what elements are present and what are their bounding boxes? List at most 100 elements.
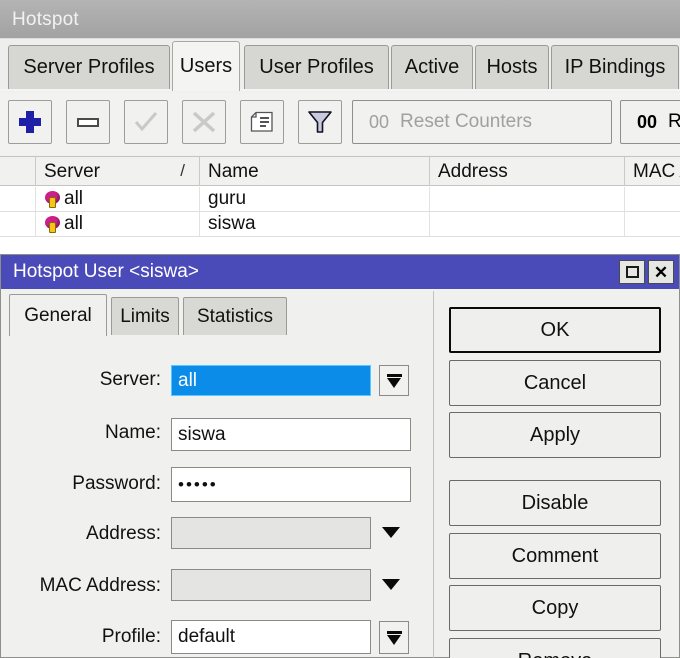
row-select-cell[interactable] bbox=[0, 212, 36, 236]
apply-button[interactable]: Apply bbox=[449, 412, 661, 458]
tab-label: IP Bindings bbox=[564, 56, 666, 78]
remove-button[interactable]: Remove bbox=[449, 638, 661, 658]
reset-counters-count: 00 bbox=[369, 111, 390, 132]
comment-button[interactable]: Comment bbox=[449, 533, 661, 579]
column-header-mac-address[interactable]: MAC A bbox=[625, 157, 680, 186]
tab-label: Limits bbox=[120, 305, 170, 327]
check-icon bbox=[134, 112, 158, 132]
profile-label: Profile: bbox=[101, 626, 161, 647]
column-header-select[interactable] bbox=[0, 157, 36, 186]
button-label: Apply bbox=[529, 423, 581, 446]
dialog-tab-general[interactable]: General bbox=[9, 294, 107, 336]
window-title: Hotspot bbox=[12, 9, 79, 30]
reset-counters-button[interactable]: 00 Reset Counters bbox=[352, 100, 612, 144]
tab-label: Active bbox=[404, 56, 460, 78]
mac-address-caret-icon[interactable] bbox=[382, 579, 400, 590]
disable-button[interactable] bbox=[182, 100, 226, 144]
funnel-icon bbox=[308, 111, 332, 133]
ok-button[interactable]: OK bbox=[449, 307, 661, 353]
column-label: MAC A bbox=[633, 160, 680, 182]
disable-button[interactable]: Disable bbox=[449, 480, 661, 526]
users-table: Server / Name Address MAC A all gur bbox=[0, 156, 680, 254]
button-label: Remove bbox=[518, 650, 592, 658]
row-select-cell[interactable] bbox=[0, 187, 36, 211]
cell-text: all bbox=[64, 213, 84, 234]
copy-button[interactable]: Copy bbox=[449, 585, 661, 631]
cell-server: all bbox=[36, 212, 200, 236]
address-caret-icon[interactable] bbox=[382, 527, 400, 538]
name-label: Name: bbox=[105, 422, 161, 443]
tab-hosts[interactable]: Hosts bbox=[475, 45, 549, 89]
reset-all-counters-count: 00 bbox=[637, 111, 658, 132]
plus-icon bbox=[19, 111, 41, 133]
cell-address bbox=[430, 187, 625, 211]
cell-text: all bbox=[64, 188, 84, 209]
hotspot-user-icon bbox=[44, 190, 61, 208]
comment-button[interactable] bbox=[240, 100, 284, 144]
profile-input[interactable]: default bbox=[171, 620, 371, 654]
table-row[interactable]: all siswa bbox=[0, 212, 680, 237]
app-root: Hotspot Server Profiles Users User Profi… bbox=[0, 0, 680, 658]
tab-active[interactable]: Active bbox=[391, 45, 473, 89]
server-value: all bbox=[178, 369, 198, 391]
password-value: ••••• bbox=[178, 474, 218, 494]
tab-label: Server Profiles bbox=[23, 56, 155, 78]
tab-server-profiles[interactable]: Server Profiles bbox=[8, 45, 170, 89]
column-label: Server bbox=[44, 160, 100, 182]
add-button[interactable] bbox=[8, 100, 52, 144]
table-header-row: Server / Name Address MAC A bbox=[0, 156, 680, 186]
server-dropdown-button[interactable] bbox=[379, 365, 409, 396]
tab-label: Statistics bbox=[196, 305, 274, 327]
hotspot-user-dialog: Hotspot User <siswa> ✕ General Limits St… bbox=[0, 254, 680, 658]
window-titlebar: Hotspot bbox=[0, 0, 680, 39]
close-button[interactable]: ✕ bbox=[648, 260, 674, 284]
table-row[interactable]: all guru bbox=[0, 187, 680, 212]
address-input[interactable] bbox=[171, 517, 371, 549]
filter-button[interactable] bbox=[298, 100, 342, 144]
reset-all-counters-button[interactable]: 00 Rese bbox=[620, 100, 680, 144]
cell-mac bbox=[625, 212, 680, 236]
enable-button[interactable] bbox=[124, 100, 168, 144]
tab-ip-bindings[interactable]: IP Bindings bbox=[551, 45, 679, 89]
button-label: Comment bbox=[511, 544, 599, 567]
password-input[interactable]: ••••• bbox=[171, 467, 411, 502]
dialog-tab-limits[interactable]: Limits bbox=[111, 297, 179, 335]
tab-users[interactable]: Users bbox=[172, 41, 240, 91]
dialog-title: Hotspot User <siswa> bbox=[13, 261, 199, 282]
sort-indicator: / bbox=[180, 161, 185, 180]
name-input[interactable]: siswa bbox=[171, 418, 411, 451]
hotspot-user-icon bbox=[44, 215, 61, 233]
tab-label: User Profiles bbox=[259, 56, 374, 78]
toolbar: 00 Reset Counters 00 Rese bbox=[0, 93, 680, 155]
cell-server: all bbox=[36, 187, 200, 211]
dialog-tab-statistics[interactable]: Statistics bbox=[183, 297, 287, 335]
maximize-button[interactable] bbox=[619, 260, 645, 284]
button-label: Disable bbox=[521, 491, 589, 514]
column-label: Address bbox=[438, 160, 508, 182]
dialog-vertical-separator bbox=[433, 291, 434, 658]
server-input[interactable]: all bbox=[171, 365, 371, 396]
dialog-titlebar[interactable]: Hotspot User <siswa> ✕ bbox=[1, 255, 679, 289]
close-icon: ✕ bbox=[653, 262, 669, 282]
address-label: Address: bbox=[86, 523, 161, 544]
reset-all-counters-label: Rese bbox=[668, 111, 680, 132]
server-label: Server: bbox=[99, 369, 161, 390]
password-label: Password: bbox=[72, 473, 161, 494]
column-header-name[interactable]: Name bbox=[200, 157, 430, 186]
profile-dropdown-button[interactable] bbox=[379, 621, 409, 654]
cell-text: siswa bbox=[208, 213, 256, 234]
remove-button[interactable] bbox=[66, 100, 110, 144]
button-label: Cancel bbox=[523, 371, 587, 394]
tab-user-profiles[interactable]: User Profiles bbox=[244, 45, 389, 89]
mac-address-input[interactable] bbox=[171, 569, 371, 601]
tab-label: Users bbox=[179, 55, 233, 77]
profile-value: default bbox=[178, 626, 236, 647]
cross-icon bbox=[192, 111, 216, 133]
tabstrip: Server Profiles Users User Profiles Acti… bbox=[0, 39, 680, 91]
column-header-address[interactable]: Address bbox=[430, 157, 625, 186]
column-label: Name bbox=[208, 160, 259, 182]
maximize-icon bbox=[625, 266, 639, 278]
cancel-button[interactable]: Cancel bbox=[449, 360, 661, 406]
column-header-server[interactable]: Server / bbox=[36, 157, 200, 186]
dropdown-arrow-icon bbox=[386, 373, 402, 388]
